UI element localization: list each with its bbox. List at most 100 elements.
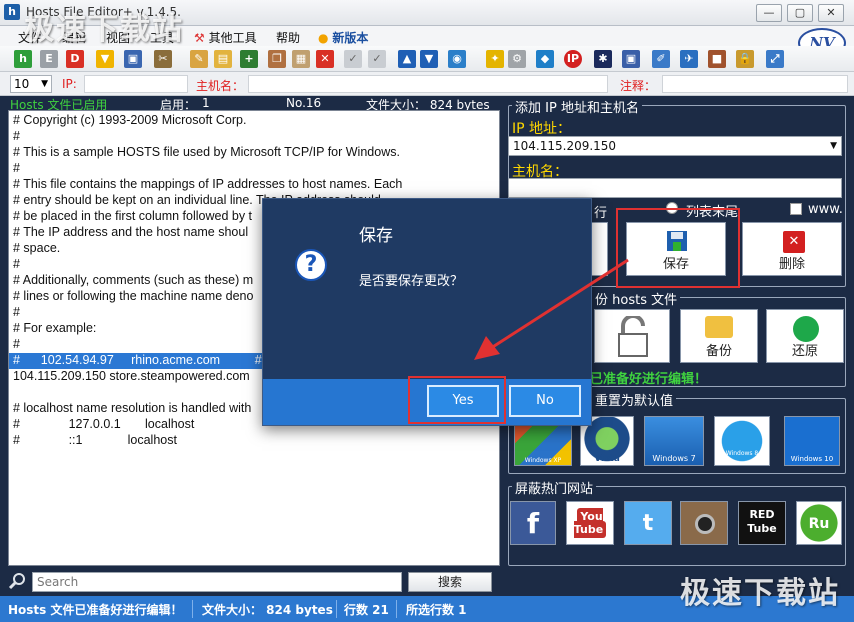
up-arrow-icon[interactable]: ▲	[398, 50, 416, 68]
windows-icon[interactable]: ✱	[594, 50, 612, 68]
yes-button[interactable]: Yes	[427, 385, 499, 417]
editor-line[interactable]: #	[13, 337, 20, 353]
comment-filter-input[interactable]	[662, 75, 848, 93]
check-icon[interactable]: ✓	[368, 50, 386, 68]
lock-icon[interactable]: 🔒	[736, 50, 754, 68]
windows-7-reset-button[interactable]: Windows 7	[644, 416, 704, 466]
delete-icon[interactable]: ✕	[316, 50, 334, 68]
brush-icon[interactable]: ✐	[652, 50, 670, 68]
ip-filter-input[interactable]	[84, 75, 188, 93]
add-icon[interactable]: +	[240, 50, 258, 68]
document-icon[interactable]: ▣	[622, 50, 640, 68]
status-state: Hosts 文件已准备好进行编辑！	[8, 603, 183, 617]
globe-icon[interactable]: ◉	[448, 50, 466, 68]
edit-icon[interactable]: ✎	[190, 50, 208, 68]
no-button[interactable]: No	[509, 385, 581, 417]
position-end-radio[interactable]	[666, 202, 678, 214]
windows-vista-label: Vista	[594, 454, 620, 464]
delete-entry-button[interactable]: ✕ 删除	[742, 222, 842, 276]
close-button[interactable]: ✕	[818, 4, 844, 22]
editor-line[interactable]: # 127.0.0.1 localhost	[13, 417, 194, 433]
add-ip-group-title: 添加 IP 地址和主机名	[512, 97, 642, 116]
host-filter-input[interactable]	[248, 75, 608, 93]
editor-line[interactable]: # lines or following the machine name de…	[13, 289, 253, 305]
menu-new-version[interactable]: ● 新版本	[318, 29, 368, 46]
editor-line[interactable]: #	[13, 305, 20, 321]
check-icon[interactable]: ✓	[344, 50, 362, 68]
editor-line[interactable]: # Additionally, comments (such as these)…	[13, 273, 253, 289]
gear-icon[interactable]: ⚙	[508, 50, 526, 68]
app-icon: h	[4, 4, 20, 20]
h-icon[interactable]: h	[14, 50, 32, 68]
toolbar: h E D ▼ ▣ ✂ ✎ ▤ + ❐ ▦ ✕ ✓ ✓ ▲ ▼ ◉ ✦ ⚙ ◆ …	[0, 46, 854, 72]
tools-icon: ⚒	[194, 31, 205, 45]
editor-line[interactable]: #	[13, 129, 20, 145]
twitter-icon[interactable]: t	[624, 501, 672, 545]
menu-help[interactable]: 帮助	[276, 29, 300, 46]
search-input[interactable]: Search	[32, 572, 402, 592]
editor-line[interactable]: # For example:	[13, 321, 96, 337]
ip-address-input[interactable]: 104.115.209.150 ▼	[508, 136, 842, 156]
menu-other-tools[interactable]: ⚒ 其他工具	[194, 29, 257, 46]
chevron-down-icon: ▼	[830, 141, 837, 151]
ip-address-label: IP 地址：	[512, 121, 572, 137]
tools-icon[interactable]: ✂	[154, 50, 172, 68]
block-sites-group-title: 屏蔽热门网站	[512, 478, 597, 497]
editor-line[interactable]: #	[13, 257, 20, 273]
delete-entry-label: 删除	[778, 257, 805, 272]
editor-line[interactable]: # This file contains the mappings of IP …	[13, 177, 402, 193]
comment-label: 注释：	[620, 79, 657, 93]
editor-line[interactable]: # localhost name resolution is handled w…	[13, 401, 251, 417]
windows-8-reset-button[interactable]: Windows 8	[714, 416, 770, 466]
paste-icon[interactable]: ▦	[292, 50, 310, 68]
camera-lens	[695, 514, 715, 534]
instagram-icon[interactable]	[680, 501, 728, 545]
restore-label: 还原	[791, 344, 818, 359]
editor-line[interactable]: # The IP address and the host name shoul	[13, 225, 248, 241]
editor-line[interactable]: # space.	[13, 241, 60, 257]
windows-7-label: Windows 7	[652, 454, 696, 463]
editor-line[interactable]: 104.115.209.150 store.steampowered.com	[13, 369, 250, 385]
ip-icon[interactable]: IP	[564, 50, 582, 68]
editor-line[interactable]: # Copyright (c) 1993-2009 Microsoft Corp…	[13, 113, 246, 129]
down-arrow-icon[interactable]: ▼	[420, 50, 438, 68]
backup-button[interactable]: 备份	[680, 309, 758, 363]
folder-icon[interactable]: ▤	[214, 50, 232, 68]
open-folder-icon[interactable]: ▼	[96, 50, 114, 68]
backup-folder-icon	[705, 316, 733, 338]
www-label: www.	[808, 202, 843, 217]
row-count-select[interactable]: 10 ▼	[10, 75, 52, 93]
sun-icon: ●	[318, 31, 329, 45]
youtube-icon[interactable]: You Tube	[566, 501, 614, 545]
settings-icon[interactable]: ✦	[486, 50, 504, 68]
enabled-value: 1	[202, 96, 210, 110]
rutube-icon[interactable]: Ru	[796, 501, 842, 545]
dialog-title: 保存	[359, 226, 393, 246]
editor-line[interactable]: # ::1 localhost	[13, 433, 177, 449]
search-button[interactable]: 搜索	[408, 572, 492, 592]
plane-icon[interactable]: ✈	[680, 50, 698, 68]
www-checkbox[interactable]	[790, 203, 802, 215]
expand-icon[interactable]: ⤢	[766, 50, 784, 68]
dialog-footer: Yes No	[263, 379, 591, 425]
editor-line[interactable]: # This is a sample HOSTS file used by Mi…	[13, 145, 400, 161]
status-row-count: 行数 21	[344, 603, 389, 617]
package-icon[interactable]: ■	[708, 50, 726, 68]
hostname-input[interactable]	[508, 178, 842, 198]
facebook-icon[interactable]: f	[510, 501, 556, 545]
copy-icon[interactable]: ❐	[268, 50, 286, 68]
editor-line[interactable]: #	[13, 161, 20, 177]
chevron-down-icon: ▼	[41, 79, 48, 89]
editor-line[interactable]: # be placed in the first column followed…	[13, 209, 252, 225]
d-icon[interactable]: D	[66, 50, 84, 68]
network-icon[interactable]: ◆	[536, 50, 554, 68]
save-icon[interactable]: ▣	[124, 50, 142, 68]
maximize-button[interactable]: ▢	[787, 4, 813, 22]
redtube-icon[interactable]: RED Tube	[738, 501, 786, 545]
position-end-label: 列表末尾	[686, 205, 739, 220]
minimize-button[interactable]: —	[756, 4, 782, 22]
windows-10-reset-button[interactable]: Windows 10	[784, 416, 840, 466]
restore-button[interactable]: 还原	[766, 309, 844, 363]
e-icon[interactable]: E	[40, 50, 58, 68]
save-entry-button[interactable]: 保存	[626, 222, 726, 276]
